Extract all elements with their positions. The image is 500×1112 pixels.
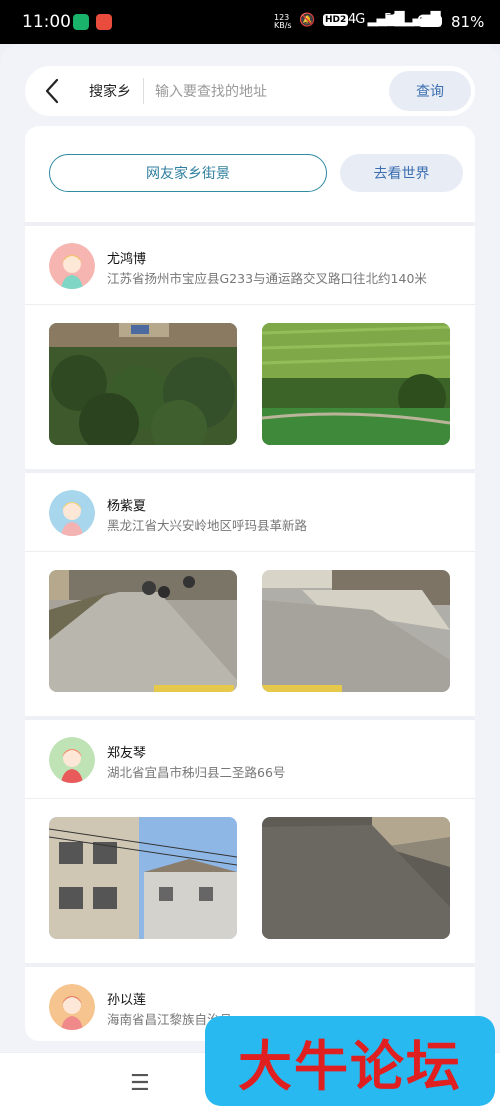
app-notification-icon-2 (96, 14, 112, 30)
user-address: 黑龙江省大兴安岭地区呼玛县革新路 (107, 518, 308, 533)
net-speed: 123 KB/s (274, 13, 292, 30)
mute-icon: 🔕 (299, 13, 316, 28)
battery-text: 81% (451, 13, 485, 31)
user-name: 杨紫夏 (107, 499, 147, 514)
row-divider (25, 798, 475, 799)
forum-watermark: 大牛论坛 (205, 1016, 495, 1106)
user-name: 孙以莲 (107, 993, 147, 1008)
address-search-input[interactable] (153, 76, 387, 108)
avatar (49, 737, 95, 783)
rice-paddy-photo[interactable] (262, 323, 450, 445)
search-title: 搜家乡 (89, 84, 131, 100)
user-address: 湖北省宜昌市秭归县二圣路66号 (107, 765, 286, 780)
user-address: 江苏省扬州市宝应县G233与通运路交叉路口往北约140米 (107, 271, 427, 286)
search-divider (143, 78, 144, 104)
search-bar: 搜家乡 查询 (25, 66, 475, 116)
village-road-photo[interactable] (262, 570, 450, 692)
town-buildings-photo[interactable] (49, 817, 237, 939)
user-name: 尤鸿博 (107, 252, 147, 267)
tab-row: 网友家乡街景 去看世界 (25, 126, 475, 222)
street-view-feed: 网友家乡街景 去看世界 尤鸿博 江苏省扬州市宝应县G233与通运路交叉路口往北约… (25, 126, 475, 1041)
avatar (49, 490, 95, 536)
back-icon[interactable] (41, 78, 65, 104)
section-divider (25, 716, 475, 720)
row-divider (25, 551, 475, 552)
row-divider (25, 304, 475, 305)
tab-netizen-hometown[interactable]: 网友家乡街景 (49, 154, 327, 192)
battery-icon (418, 15, 442, 27)
section-divider (25, 963, 475, 967)
section-divider (25, 469, 475, 473)
rural-field-photo[interactable] (49, 323, 237, 445)
menu-icon[interactable]: ☰ (130, 1071, 150, 1096)
app-notification-icon (73, 14, 89, 30)
query-button[interactable]: 查询 (389, 71, 471, 111)
user-name: 郑友琴 (107, 746, 147, 761)
avatar (49, 984, 95, 1030)
hd-badge: HD2 (323, 14, 349, 26)
section-divider (25, 222, 475, 226)
tab-see-world[interactable]: 去看世界 (340, 154, 463, 192)
status-time: 11:00 (22, 12, 71, 32)
village-road-motorbikes-photo[interactable] (49, 570, 237, 692)
avatar (49, 243, 95, 289)
status-bar: 11:00 123 KB/s 🔕 HD2 4G ▂▄▆█ 5G ▂▄▆█ 81% (0, 0, 500, 44)
concrete-road-photo[interactable] (262, 817, 450, 939)
